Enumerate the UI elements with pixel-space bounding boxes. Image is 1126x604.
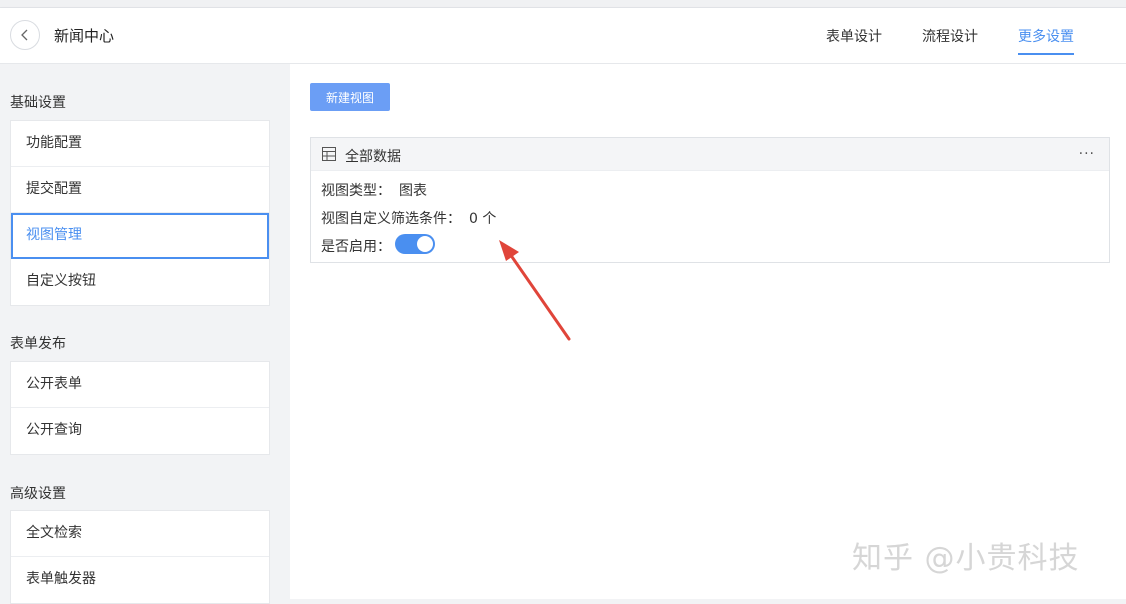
watermark-text: 知乎 @小贵科技: [852, 541, 1080, 576]
view-type-value: 图表: [399, 183, 427, 199]
group-title-publish: 表单发布: [10, 336, 66, 352]
new-view-button[interactable]: 新建视图: [310, 83, 390, 111]
sidebar-item-form-trigger[interactable]: 表单触发器: [11, 557, 269, 603]
sidebar-item-fulltext-search[interactable]: 全文检索: [11, 511, 269, 557]
toggle-knob: [417, 236, 433, 252]
active-tab-underline: [1018, 53, 1074, 55]
enabled-label: 是否启用：: [321, 239, 391, 255]
view-type-row: 视图类型： 图表: [321, 180, 427, 200]
view-card-title: 全部数据: [345, 149, 401, 165]
filter-condition-value: 0 个: [469, 211, 497, 227]
tab-more-settings[interactable]: 更多设置: [1018, 26, 1074, 46]
view-card-header: 全部数据 ···: [311, 138, 1109, 171]
chevron-left-icon: [21, 29, 28, 41]
view-card: 全部数据 ··· 视图类型： 图表 视图自定义筛选条件： 0 个 是否启用：: [310, 137, 1110, 263]
page-title: 新闻中心: [54, 27, 115, 45]
sidebar: 基础设置 功能配置 提交配置 视图管理 自定义按钮 表单发布 公开表单 公开查询…: [0, 64, 290, 604]
group-title-basic: 基础设置: [10, 95, 66, 111]
annotation-arrow: [499, 240, 571, 341]
enabled-row: 是否启用：: [321, 236, 391, 256]
filter-condition-row: 视图自定义筛选条件： 0 个: [321, 208, 496, 228]
main-content: 新建视图 全部数据 ··· 视图类型： 图表 视图自定义筛选条件： 0 个 是否启用…: [290, 64, 1126, 599]
view-type-label: 视图类型：: [321, 183, 391, 199]
sidebar-item-feature-config[interactable]: 功能配置: [11, 121, 269, 167]
sidebar-item-public-query[interactable]: 公开查询: [11, 408, 269, 454]
sidebar-item-view-management[interactable]: 视图管理: [11, 213, 269, 259]
menu-group-advanced: 全文检索 表单触发器: [10, 510, 270, 604]
more-options-button[interactable]: ···: [1079, 146, 1095, 162]
tab-process-design[interactable]: 流程设计: [922, 26, 978, 46]
filter-condition-label: 视图自定义筛选条件：: [321, 211, 461, 227]
browser-top-strip: [0, 0, 1126, 8]
menu-group-basic: 功能配置 提交配置 视图管理 自定义按钮: [10, 120, 270, 306]
back-button[interactable]: [10, 20, 40, 50]
tab-form-design[interactable]: 表单设计: [826, 26, 882, 46]
enabled-toggle[interactable]: [395, 234, 435, 254]
sidebar-item-submit-config[interactable]: 提交配置: [11, 167, 269, 213]
sidebar-item-custom-buttons[interactable]: 自定义按钮: [11, 259, 269, 305]
menu-group-publish: 公开表单 公开查询: [10, 361, 270, 455]
table-icon: [322, 147, 336, 161]
sidebar-item-public-form[interactable]: 公开表单: [11, 362, 269, 408]
app-header: 新闻中心 表单设计 流程设计 更多设置: [0, 8, 1126, 64]
group-title-advanced: 高级设置: [10, 486, 66, 502]
